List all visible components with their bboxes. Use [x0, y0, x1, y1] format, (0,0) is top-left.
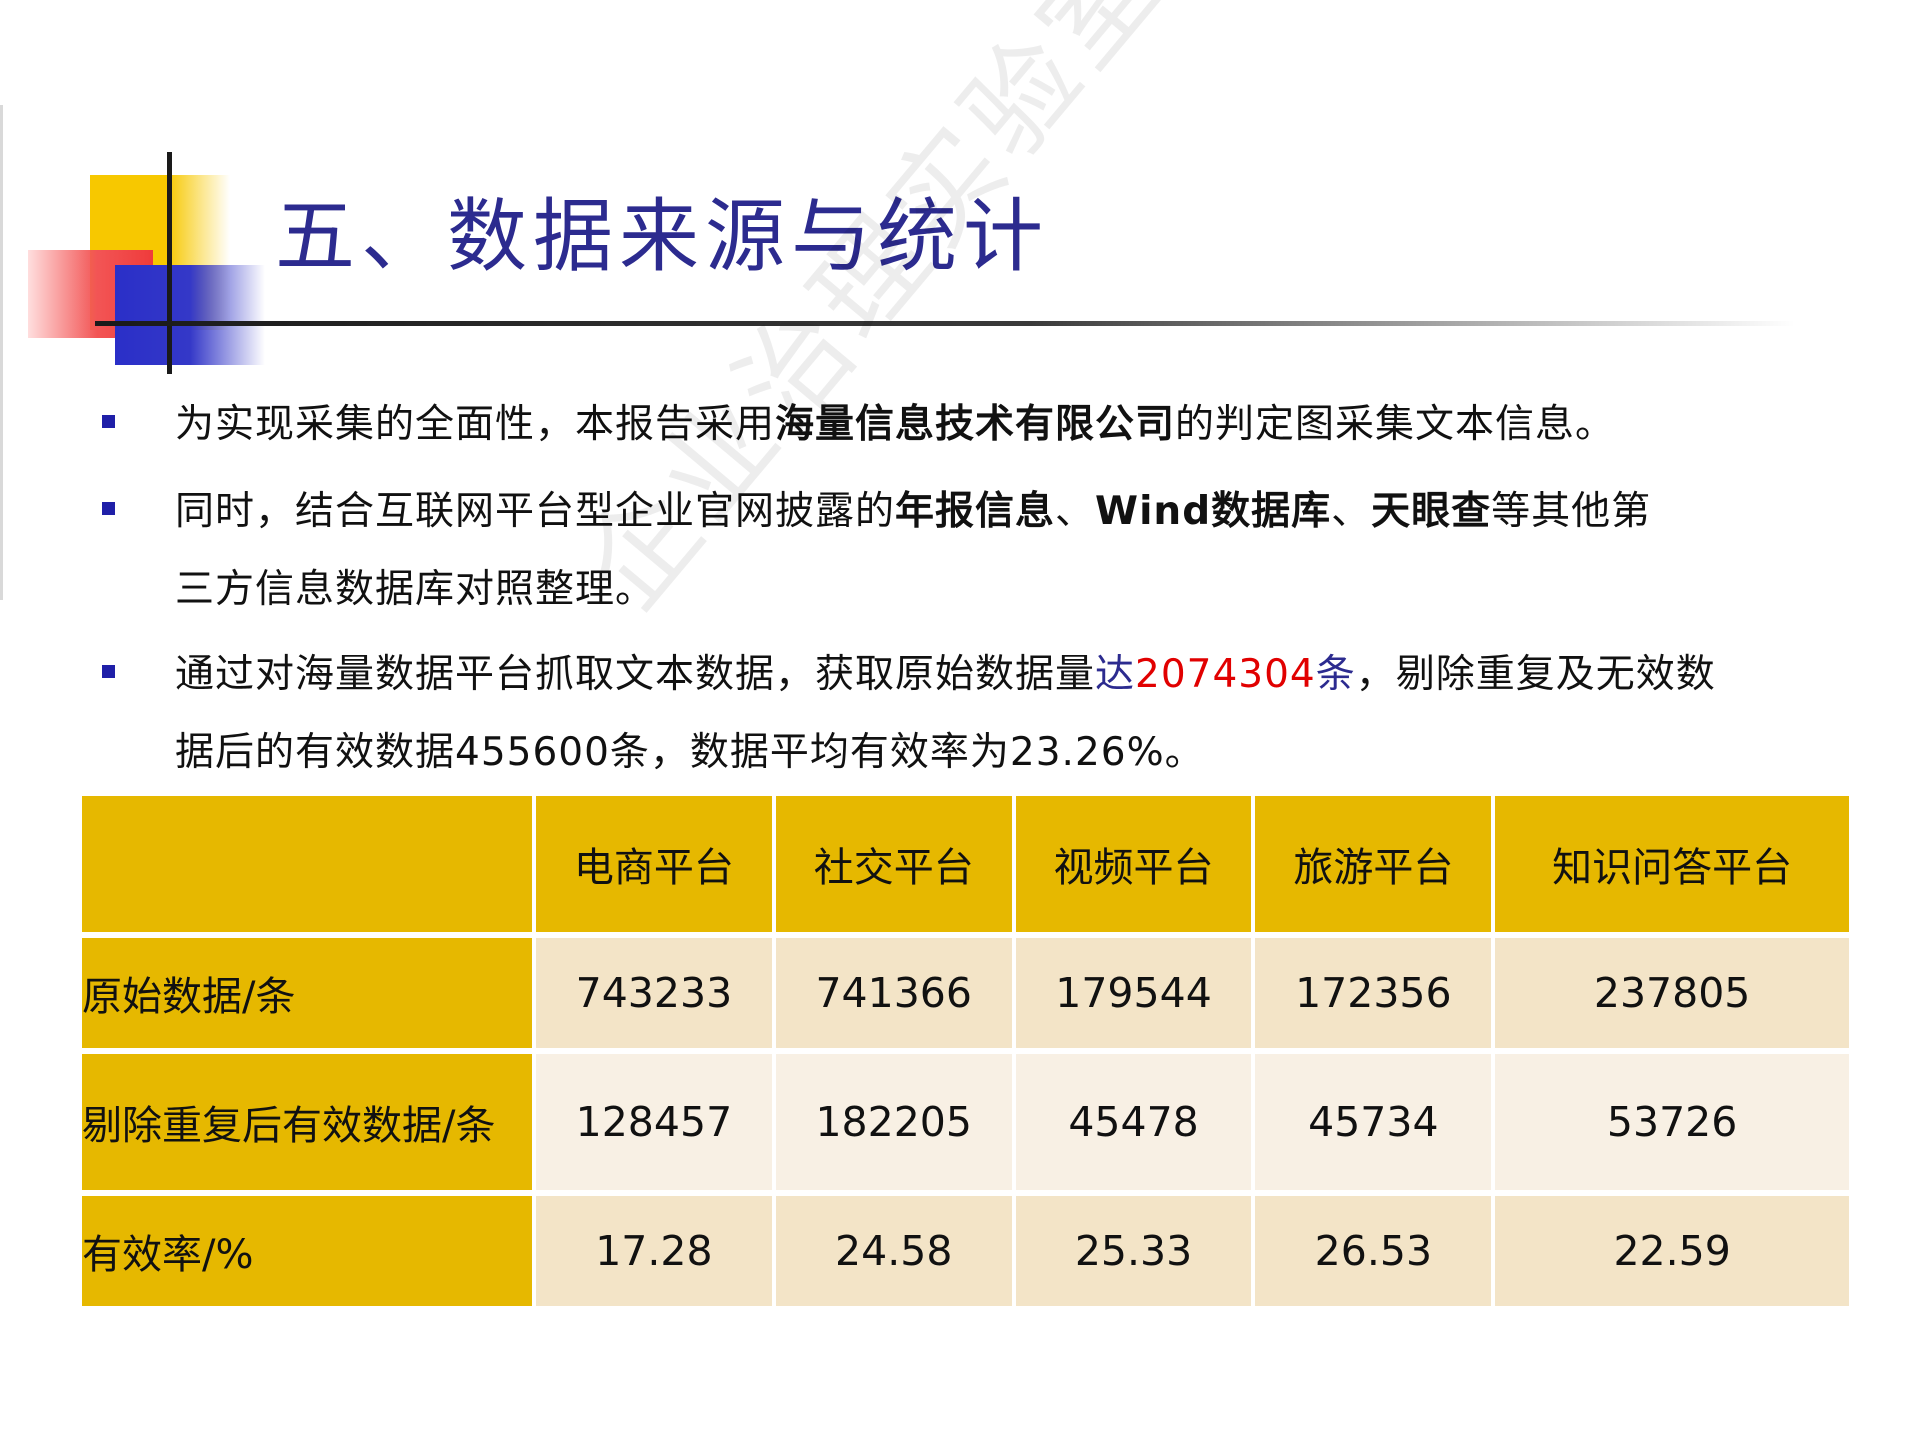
header-video: 视频平台 — [1015, 796, 1252, 932]
b2-text-post: 等其他第 — [1491, 489, 1652, 534]
bullet-3-text: 通过对海量数据平台抓取文本数据，获取原始数据量达2074304条，剔除重复及无效… — [175, 643, 1716, 699]
header-travel: 旅游平台 — [1255, 796, 1492, 932]
b2-text-pre: 同时，结合互联网平台型企业官网披露的 — [175, 489, 896, 534]
table-cell: 741366 — [775, 938, 1012, 1048]
table-cell: 22.59 — [1495, 1196, 1849, 1306]
table-cell: 172356 — [1255, 938, 1492, 1048]
table-cell: 179544 — [1015, 938, 1252, 1048]
table-cell: 26.53 — [1255, 1196, 1492, 1306]
header-social: 社交平台 — [775, 796, 1012, 932]
table-cell: 45478 — [1015, 1054, 1252, 1190]
row-label-valid: 剔除重复后有效数据/条 — [82, 1054, 532, 1190]
b3-line2-mid: 条，数据平均有效率为 — [609, 730, 1010, 775]
table-cell: 53726 — [1495, 1054, 1849, 1190]
deco-horizontal-line — [95, 321, 1795, 326]
b1-company: 海量信息技术有限公司 — [775, 402, 1176, 447]
table-cell: 25.33 — [1015, 1196, 1252, 1306]
bullet-square-icon — [102, 415, 115, 428]
deco-vertical-line — [167, 152, 172, 374]
b2-annual-report: 年报信息 — [895, 489, 1056, 534]
b2-sep: 、 — [1055, 489, 1096, 534]
table-cell: 743233 — [536, 938, 772, 1048]
b2-tianyancha: 天眼查 — [1371, 489, 1492, 534]
b2-sep: 、 — [1331, 489, 1372, 534]
table-cell: 17.28 — [536, 1196, 772, 1306]
b3-highlight: 达 — [1095, 652, 1136, 697]
watermark: 企业治理实验室 — [558, 0, 1188, 633]
left-edge-rule — [0, 105, 3, 600]
bullet-square-icon — [102, 665, 115, 678]
row-label-raw: 原始数据/条 — [82, 938, 532, 1048]
b3-text-pre: 通过对海量数据平台抓取文本数据，获取原始数据量 — [175, 652, 1096, 697]
table-row: 剔除重复后有效数据/条 128457 182205 45478 45734 53… — [82, 1054, 1849, 1190]
b1-text-post: 的判定图采集文本信息。 — [1175, 402, 1616, 447]
b3-line2-pre: 据后的有效数据 — [175, 730, 456, 775]
table-corner-cell — [82, 796, 532, 932]
table-row: 有效率/% 17.28 24.58 25.33 26.53 22.59 — [82, 1196, 1849, 1306]
table-cell: 45734 — [1255, 1054, 1492, 1190]
bullet-1-text: 为实现采集的全面性，本报告采用海量信息技术有限公司的判定图采集文本信息。 — [175, 393, 1615, 449]
table-header-row: 电商平台 社交平台 视频平台 旅游平台 知识问答平台 — [82, 796, 1849, 932]
b3-valid-rate: 23.26% — [1009, 730, 1165, 775]
table-cell: 128457 — [536, 1054, 772, 1190]
b3-text-post: ，剔除重复及无效数 — [1355, 652, 1716, 697]
header-ecommerce: 电商平台 — [536, 796, 772, 932]
bullet-2-text-line2: 三方信息数据库对照整理。 — [175, 567, 656, 612]
b2-wind-db: Wind数据库 — [1095, 489, 1332, 534]
table-cell: 182205 — [775, 1054, 1012, 1190]
table-cell: 24.58 — [775, 1196, 1012, 1306]
b3-highlight: 条 — [1315, 652, 1356, 697]
stats-table: 电商平台 社交平台 视频平台 旅游平台 知识问答平台 原始数据/条 743233… — [78, 790, 1853, 1312]
table-cell: 237805 — [1495, 938, 1849, 1048]
bullet-square-icon — [102, 502, 115, 515]
b1-text-pre: 为实现采集的全面性，本报告采用 — [175, 402, 776, 447]
b3-line2-end: 。 — [1164, 730, 1205, 775]
bullet-2-text: 同时，结合互联网平台型企业官网披露的年报信息、Wind数据库、天眼查等其他第 — [175, 480, 1651, 536]
b3-raw-total: 2074304 — [1135, 652, 1316, 697]
deco-blue-square — [115, 265, 265, 365]
header-qa: 知识问答平台 — [1495, 796, 1849, 932]
bullet-3-text-line2: 据后的有效数据455600条，数据平均有效率为23.26%。 — [175, 721, 1205, 777]
b3-valid-total: 455600 — [455, 730, 610, 775]
row-label-rate: 有效率/% — [82, 1196, 532, 1306]
table-row: 原始数据/条 743233 741366 179544 172356 23780… — [82, 938, 1849, 1048]
